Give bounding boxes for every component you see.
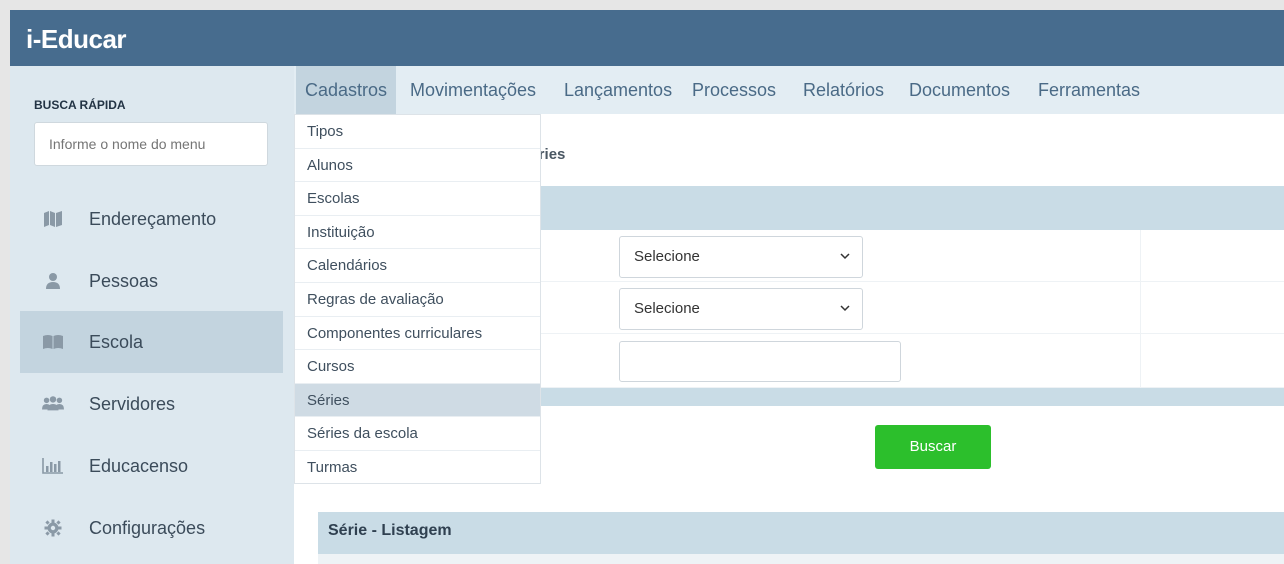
- bar-chart-icon: [42, 455, 64, 477]
- menu-cadastros[interactable]: Cadastros: [296, 66, 397, 114]
- dropdown-item-alunos[interactable]: Alunos: [295, 149, 540, 183]
- sidebar-item-educacenso[interactable]: Educacenso: [20, 435, 283, 497]
- book-icon: [42, 331, 64, 353]
- chevron-down-icon: [840, 305, 850, 312]
- sidebar-item-escola[interactable]: Escola: [20, 311, 283, 373]
- cadastros-dropdown: Tipos Alunos Escolas Instituição Calendá…: [294, 114, 541, 484]
- sidebar-item-enderecamento[interactable]: Endereçamento: [20, 188, 283, 250]
- select-value: Selecione: [634, 300, 700, 317]
- person-icon: [42, 270, 64, 292]
- dropdown-item-componentes-curriculares[interactable]: Componentes curriculares: [295, 317, 540, 351]
- filter-section-footer: [540, 388, 1284, 406]
- menu-search-input[interactable]: [34, 122, 268, 166]
- listing-title: Série - Listagem: [328, 522, 452, 539]
- group-icon: [42, 393, 64, 415]
- dropdown-item-calendarios[interactable]: Calendários: [295, 249, 540, 283]
- dropdown-item-tipos[interactable]: Tipos: [295, 115, 540, 149]
- dropdown-item-series-escola[interactable]: Séries da escola: [295, 417, 540, 451]
- dropdown-item-regras-avaliacao[interactable]: Regras de avaliação: [295, 283, 540, 317]
- dropdown-item-series[interactable]: Séries: [295, 383, 540, 418]
- main-menu-bar: Cadastros Movimentações Lançamentos Proc…: [294, 66, 1284, 114]
- menu-relatorios[interactable]: Relatórios: [794, 66, 893, 114]
- gear-icon: [42, 517, 64, 539]
- filter-text-input[interactable]: [619, 341, 901, 382]
- menu-ferramentas[interactable]: Ferramentas: [1029, 66, 1149, 114]
- sidebar-item-label: Configurações: [89, 517, 206, 538]
- listing-table-header: [318, 554, 1284, 564]
- filter-select-2[interactable]: Selecione: [619, 288, 863, 330]
- app-logo[interactable]: i-Educar: [26, 24, 127, 55]
- sidebar: BUSCA RÁPIDA Endereçamento Pessoas Escol…: [10, 66, 294, 564]
- sidebar-item-label: Educacenso: [89, 455, 189, 476]
- dropdown-item-instituicao[interactable]: Instituição: [295, 216, 540, 250]
- top-bar: i-Educar: [10, 10, 1284, 66]
- quick-search-label: BUSCA RÁPIDA: [34, 98, 126, 112]
- menu-documentos[interactable]: Documentos: [900, 66, 1019, 114]
- sidebar-item-label: Escola: [89, 331, 144, 352]
- row-divider: [1140, 334, 1141, 387]
- sidebar-item-label: Pessoas: [89, 270, 159, 291]
- dropdown-item-escolas[interactable]: Escolas: [295, 182, 540, 216]
- chevron-down-icon: [840, 253, 850, 260]
- row-divider: [1140, 282, 1141, 333]
- row-divider: [1140, 230, 1141, 281]
- app-frame: i-Educar BUSCA RÁPIDA Endereçamento Pess…: [10, 10, 1284, 564]
- menu-movimentacoes[interactable]: Movimentações: [401, 66, 545, 114]
- sidebar-item-servidores[interactable]: Servidores: [20, 373, 283, 435]
- sidebar-item-label: Endereçamento: [89, 208, 217, 229]
- sidebar-item-pessoas[interactable]: Pessoas: [20, 250, 283, 312]
- menu-processos[interactable]: Processos: [683, 66, 785, 114]
- map-icon: [42, 208, 64, 230]
- filter-section-header: [540, 186, 1284, 230]
- buscar-button[interactable]: Buscar: [875, 425, 991, 469]
- filter-select-1[interactable]: Selecione: [619, 236, 863, 278]
- sidebar-item-label: Servidores: [89, 393, 176, 414]
- sidebar-item-configuracoes[interactable]: Configurações: [20, 497, 283, 559]
- select-value: Selecione: [634, 248, 700, 265]
- dropdown-item-cursos[interactable]: Cursos: [295, 350, 540, 384]
- dropdown-item-turmas[interactable]: Turmas: [295, 451, 540, 485]
- menu-lancamentos[interactable]: Lançamentos: [555, 66, 681, 114]
- listing-header: Série - Listagem: [318, 512, 1284, 554]
